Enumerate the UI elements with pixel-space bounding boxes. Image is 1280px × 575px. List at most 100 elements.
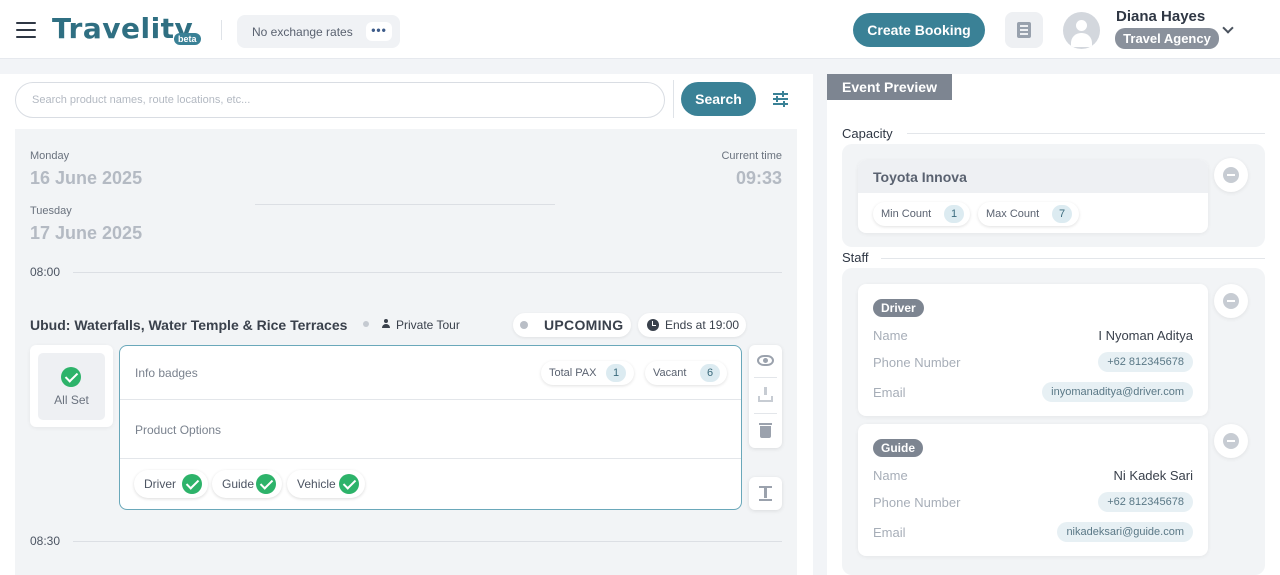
staff-group: Driver Name I Nyoman Aditya Phone Number…: [842, 268, 1265, 575]
name-label: Name: [873, 468, 908, 483]
menu-icon[interactable]: [16, 22, 36, 38]
total-pax-value: 1: [606, 364, 626, 382]
capacity-title: Capacity: [842, 126, 893, 141]
all-set-card[interactable]: All Set: [30, 345, 113, 427]
user-role-badge: Travel Agency: [1115, 28, 1219, 49]
current-time-label: Current time: [721, 150, 782, 162]
staff-role-badge: Guide: [873, 439, 924, 457]
day2-date: 17 June 2025: [30, 223, 143, 243]
vacant-value: 6: [700, 364, 720, 382]
exchange-rates-pill: No exchange rates •••: [237, 15, 400, 48]
staff-title: Staff: [842, 250, 869, 265]
filter-icon[interactable]: [763, 82, 797, 116]
person-icon: [381, 319, 391, 329]
min-count-badge: Min Count 1: [873, 202, 970, 226]
staff-phone[interactable]: +62 812345678: [1098, 352, 1193, 372]
remove-icon: [1223, 433, 1239, 449]
email-label: Email: [873, 385, 906, 400]
min-count-label: Min Count: [881, 208, 932, 220]
day-divider: [255, 204, 555, 205]
day1-date: 16 June 2025: [30, 168, 143, 188]
requirement-label: Guide: [222, 477, 255, 491]
current-time: 09:33: [735, 168, 782, 188]
check-icon: [61, 367, 81, 387]
max-count-badge: Max Count 7: [978, 202, 1079, 226]
time-slot-line: [73, 272, 782, 273]
info-badges-label: Info badges: [135, 366, 198, 380]
driver-requirement: Driver: [134, 470, 208, 498]
user-name[interactable]: Diana Hayes: [1116, 8, 1205, 25]
name-label: Name: [873, 328, 908, 343]
event-actions: [749, 345, 782, 448]
tab-event-preview[interactable]: Event Preview: [827, 74, 952, 100]
exchange-rates-label: No exchange rates: [252, 25, 353, 39]
tour-type-label: Private Tour: [396, 318, 460, 332]
time-slot-label: 08:30: [30, 534, 61, 548]
vehicle-card-header: Toyota Innova: [858, 160, 1208, 193]
staff-email[interactable]: nikadeksari@guide.com: [1057, 522, 1193, 542]
list-icon: [1017, 22, 1031, 38]
check-icon: [256, 474, 276, 494]
end-time-label: Ends at 19:00: [665, 318, 740, 332]
product-options-label: Product Options: [135, 423, 222, 437]
vacant-badge: Vacant 6: [645, 361, 727, 385]
vehicle-name: Toyota Innova: [873, 169, 967, 185]
status-dot: [520, 321, 528, 329]
check-icon: [339, 474, 359, 494]
vehicle-requirement: Vehicle: [287, 470, 365, 498]
trash-icon[interactable]: [759, 423, 772, 438]
day1-name: Monday: [30, 150, 70, 162]
remove-driver-button[interactable]: [1214, 284, 1248, 318]
event-title[interactable]: Ubud: Waterfalls, Water Temple & Rice Te…: [30, 317, 347, 333]
dot-separator: [363, 321, 369, 327]
total-pax-badge: Total PAX 1: [541, 361, 634, 385]
avatar-icon[interactable]: [1063, 12, 1100, 49]
action-divider: [754, 377, 777, 378]
remove-guide-button[interactable]: [1214, 424, 1248, 458]
vacant-label: Vacant: [653, 367, 687, 379]
driver-card[interactable]: Driver Name I Nyoman Aditya Phone Number…: [858, 284, 1208, 416]
create-booking-button[interactable]: Create Booking: [853, 13, 985, 47]
remove-icon: [1223, 293, 1239, 309]
clock-icon: [647, 319, 659, 331]
vehicle-card[interactable]: Toyota Innova Min Count 1 Max Count 7: [858, 160, 1208, 233]
more-icon[interactable]: •••: [366, 22, 392, 41]
event-card[interactable]: Info badges Total PAX 1 Vacant 6 Product…: [119, 345, 742, 510]
status-badge: UPCOMING: [513, 313, 631, 337]
search-button[interactable]: Search: [681, 82, 756, 116]
action-divider: [754, 413, 777, 414]
tour-type: Private Tour: [381, 318, 460, 332]
requirement-label: Vehicle: [297, 477, 336, 491]
max-count-label: Max Count: [986, 208, 1040, 220]
total-pax-label: Total PAX: [549, 367, 597, 379]
header-divider: [221, 20, 222, 40]
status-label: UPCOMING: [544, 317, 624, 333]
top-header: Travelity beta No exchange rates ••• Cre…: [0, 0, 1280, 59]
chevron-down-icon[interactable]: [1222, 22, 1234, 34]
staff-email[interactable]: inyomanaditya@driver.com: [1042, 382, 1193, 402]
staff-phone[interactable]: +62 812345678: [1098, 492, 1193, 512]
section-divider: [881, 258, 1265, 259]
event-preview-panel: Event Preview Capacity Toyota Innova Min…: [827, 74, 1280, 575]
guide-card[interactable]: Guide Name Ni Kadek Sari Phone Number +6…: [858, 424, 1208, 556]
app-logo[interactable]: Travelity: [52, 12, 193, 45]
staff-name: Ni Kadek Sari: [1113, 468, 1193, 483]
search-input[interactable]: Search product names, route locations, e…: [15, 82, 665, 118]
remove-vehicle-button[interactable]: [1214, 158, 1248, 192]
timeline[interactable]: Monday 16 June 2025 Current time 09:33 T…: [15, 129, 797, 575]
all-set-label: All Set: [54, 393, 89, 407]
search-divider: [673, 80, 674, 118]
time-slot-label: 08:00: [30, 265, 61, 279]
email-label: Email: [873, 525, 906, 540]
day2-name: Tuesday: [30, 205, 72, 217]
download-icon[interactable]: [758, 387, 773, 402]
min-count-value: 1: [944, 205, 964, 223]
requirement-label: Driver: [144, 477, 176, 491]
beta-badge: beta: [174, 33, 201, 45]
max-count-value: 7: [1052, 205, 1072, 223]
eye-icon[interactable]: [757, 355, 774, 366]
time-slot-line: [73, 541, 782, 542]
list-button[interactable]: [1005, 12, 1043, 48]
staff-name: I Nyoman Aditya: [1098, 328, 1193, 343]
expand-icon[interactable]: [749, 477, 782, 510]
